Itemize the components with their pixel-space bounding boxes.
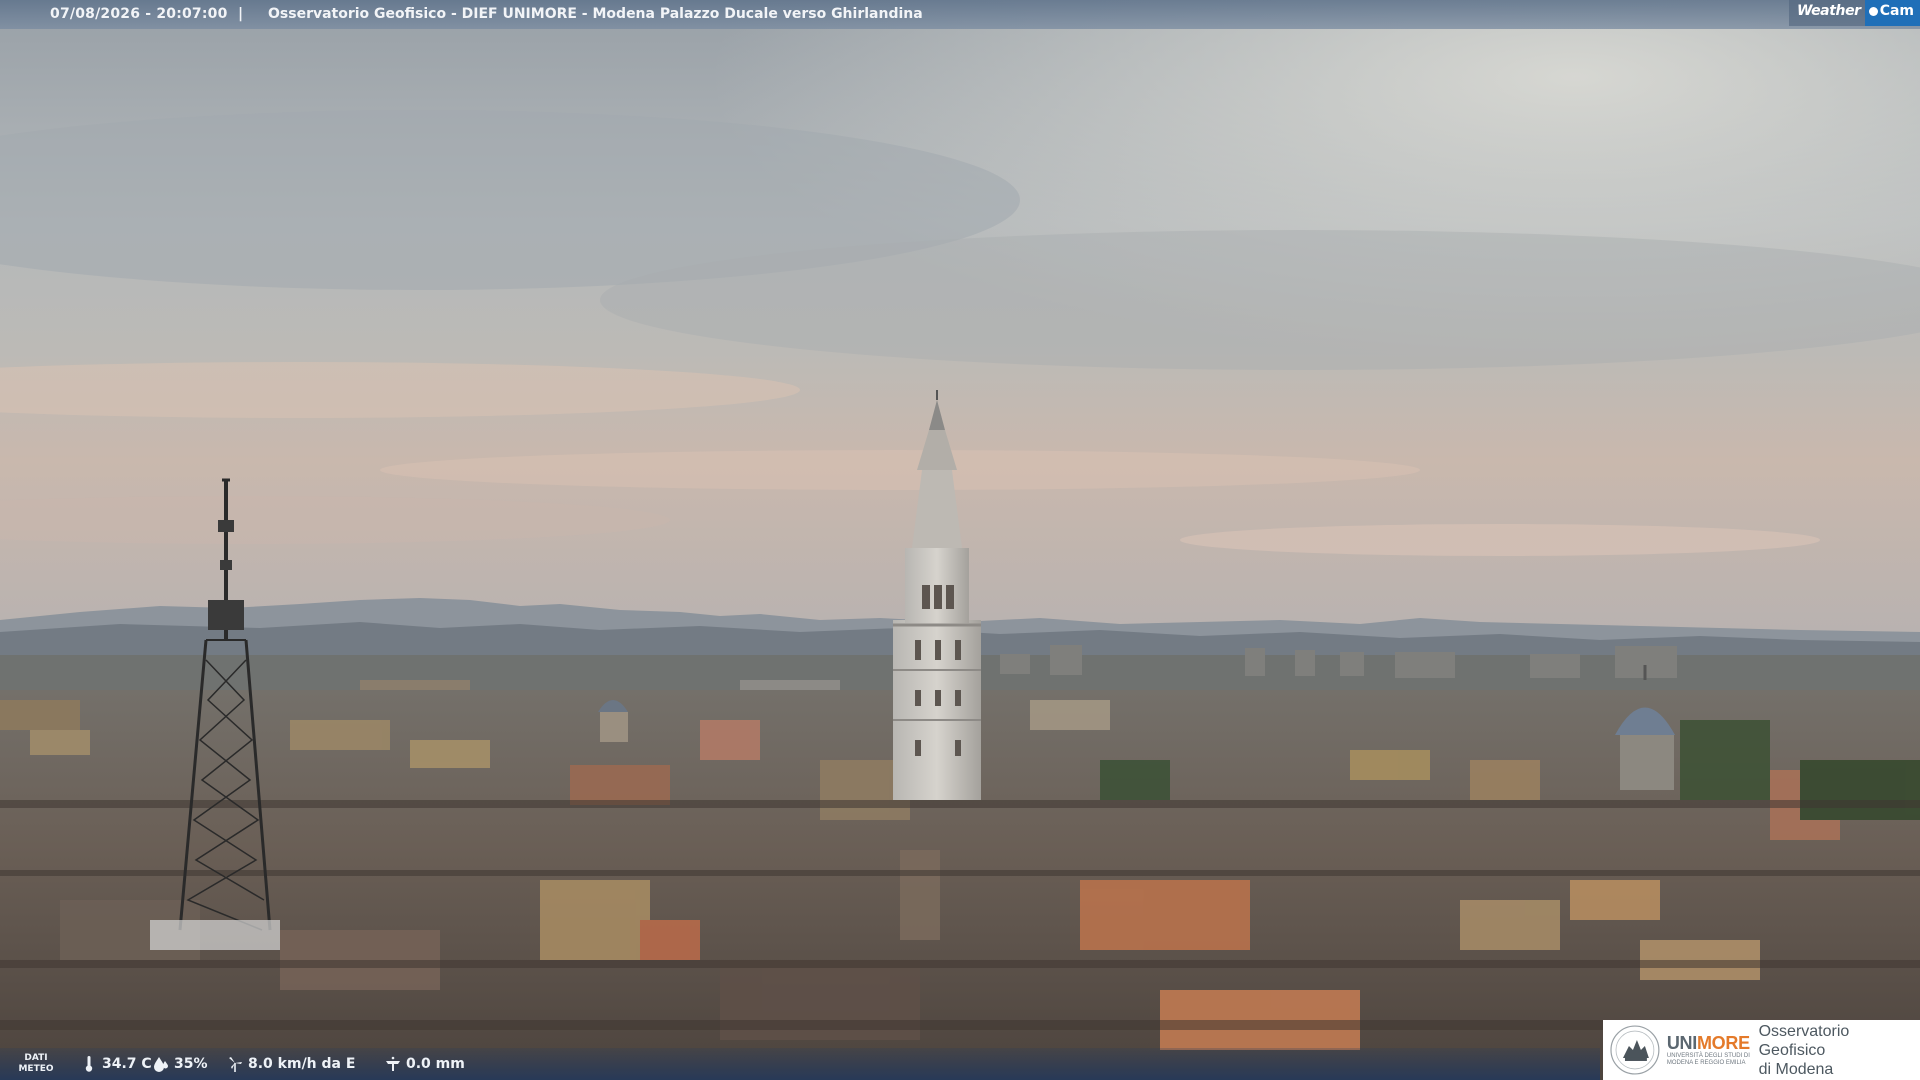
weather-data-bar: DATI METEO 34.7 C 35% 8.0 km/h da E 0.0 … [0,1048,1600,1080]
wind-value: 8.0 km/h da E [248,1056,356,1072]
weathercam-logo: Weather Cam [1788,0,1920,26]
capture-timestamp: 07/08/2026 - 20:07:00 [50,6,228,22]
humidity-value: 35% [174,1056,208,1072]
rain-value: 0.0 mm [406,1056,465,1072]
temperature-reading: 34.7 C [80,1055,152,1073]
observatory-name-line1: Osservatorio Geofisico [1758,1022,1850,1059]
camera-title: Osservatorio Geofisico - DIEF UNIMORE - … [268,6,923,22]
weather-data-label: DATI METEO [14,1053,58,1075]
observatory-name: Osservatorio Geofisico di Modena [1759,1022,1920,1079]
unimore-wordmark: UNIMORE UNIVERSITÀ DEGLI STUDI DI MODENA… [1667,1033,1755,1067]
weathercam-logo-cam-box: Cam [1864,0,1920,26]
unimore-name: UNIMORE [1667,1033,1755,1053]
observatory-name-line2: di Modena [1758,1060,1834,1078]
wind-turbine-icon [229,1057,242,1072]
humidity-drop-icon [154,1057,168,1072]
camera-info-bar: 07/08/2026 - 20:07:00 | Osservatorio Geo… [0,0,1920,29]
temperature-value: 34.7 C [102,1056,152,1072]
unimore-name-suffix: MORE [1696,1033,1750,1053]
wind-reading: 8.0 km/h da E [226,1055,355,1073]
weathercam-logo-cam: Cam [1879,3,1914,19]
thermometer-icon [85,1056,93,1072]
rain-reading: 0.0 mm [384,1055,465,1073]
humidity-reading: 35% [152,1055,208,1073]
unimore-name-prefix: UNI [1666,1033,1697,1053]
webcam-image [0,0,1920,1080]
weather-data-label-line2: METEO [18,1064,54,1074]
weather-data-label-line1: DATI [24,1053,48,1063]
weathercam-dot-icon [1868,7,1878,16]
university-seal-icon [1610,1025,1660,1075]
rain-gauge-icon [386,1056,400,1071]
unimore-subtitle: UNIVERSITÀ DEGLI STUDI DI MODENA E REGGI… [1666,1053,1750,1066]
title-separator: | [238,6,244,22]
weathercam-logo-weather: Weather [1788,0,1865,26]
webcam-view: 07/08/2026 - 20:07:00 | Osservatorio Geo… [0,0,1920,1080]
institution-logo: UNIMORE UNIVERSITÀ DEGLI STUDI DI MODENA… [1603,1020,1920,1080]
